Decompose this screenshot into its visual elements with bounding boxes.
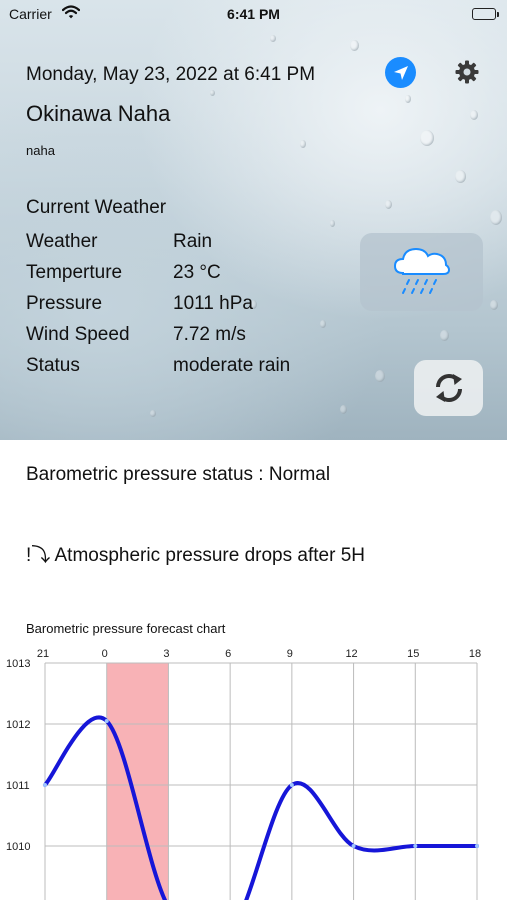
current-weather-title: Current Weather	[26, 197, 167, 218]
settings-button[interactable]	[453, 58, 481, 86]
status-time: 6:41 PM	[227, 6, 280, 22]
refresh-icon	[435, 374, 462, 402]
gear-icon	[455, 60, 479, 84]
status-bar: Carrier 6:41 PM	[0, 0, 507, 30]
row-value: Rain	[173, 231, 213, 252]
row-label: Pressure	[26, 293, 103, 314]
rain-drop	[300, 140, 306, 148]
x-tick-label: 18	[469, 648, 481, 660]
y-tick-label: 1010	[6, 841, 30, 853]
rain-drop	[210, 90, 215, 96]
rain-drop	[455, 170, 466, 183]
y-tick-label: 1013	[6, 658, 30, 670]
city-id: naha	[26, 143, 55, 158]
x-tick-label: 9	[287, 648, 293, 660]
data-point	[43, 783, 47, 787]
location-arrow-icon	[393, 65, 408, 80]
x-tick-label: 3	[163, 648, 169, 660]
rain-drop	[270, 35, 276, 42]
rain-drop	[420, 130, 434, 146]
rain-drop	[320, 320, 326, 328]
rain-drop	[405, 95, 411, 103]
weather-icon-box	[360, 233, 483, 311]
rain-drop	[150, 410, 156, 417]
forecast-note: !⤵ Atmospheric pressure drops after 5H	[26, 545, 365, 566]
row-value: moderate rain	[173, 355, 291, 376]
x-tick-label: 21	[37, 648, 49, 660]
x-tick-label: 12	[345, 648, 357, 660]
rain-drop	[470, 110, 478, 120]
rain-drop	[490, 210, 502, 225]
rain-drop	[330, 220, 335, 227]
y-tick-label: 1012	[6, 719, 30, 731]
wind-speed-row: Wind Speed 7.72 m/s	[26, 324, 246, 346]
pressure-status: Barometric pressure status : Normal	[26, 464, 331, 485]
row-label: Temperture	[26, 262, 123, 283]
rain-cloud-icon	[393, 247, 450, 294]
rain-drop	[385, 200, 392, 209]
data-point	[475, 844, 479, 848]
data-point	[351, 844, 356, 848]
location-button[interactable]	[385, 57, 416, 88]
row-value: 7.72 m/s	[173, 324, 246, 345]
status-row: Status moderate rain	[26, 355, 290, 377]
rain-drop	[440, 330, 449, 341]
pressure-row: Pressure 1011 hPa	[26, 293, 253, 315]
y-tick-label: 1011	[6, 780, 30, 792]
date-time: Monday, May 23, 2022 at 6:41 PM	[26, 64, 316, 85]
highlight-band	[106, 663, 169, 900]
pressure-forecast-chart: 21 0 3 6 9 12 15 18 1013 1012 1011 1010	[6, 648, 481, 900]
rain-drop	[340, 405, 347, 414]
battery-icon	[472, 8, 499, 20]
chart-title: Barometric pressure forecast chart	[26, 621, 226, 636]
row-value: 23 °C	[173, 262, 221, 283]
data-point	[104, 718, 109, 723]
temperature-row: Temperture 23 °C	[26, 262, 221, 284]
data-point	[413, 844, 418, 848]
data-point	[289, 783, 294, 787]
refresh-button[interactable]	[414, 360, 483, 416]
row-label: Wind Speed	[26, 324, 130, 345]
x-tick-label: 6	[225, 648, 231, 660]
row-label: Status	[26, 355, 80, 376]
weather-row: Weather Rain	[26, 231, 212, 253]
rain-drop	[490, 300, 498, 310]
row-label: Weather	[26, 231, 98, 252]
x-tick-label: 0	[102, 648, 108, 660]
rain-drop	[375, 370, 385, 382]
row-value: 1011 hPa	[173, 293, 253, 314]
rain-drop	[350, 40, 359, 51]
x-tick-label: 15	[407, 648, 419, 660]
city-name: Okinawa Naha	[26, 101, 171, 126]
